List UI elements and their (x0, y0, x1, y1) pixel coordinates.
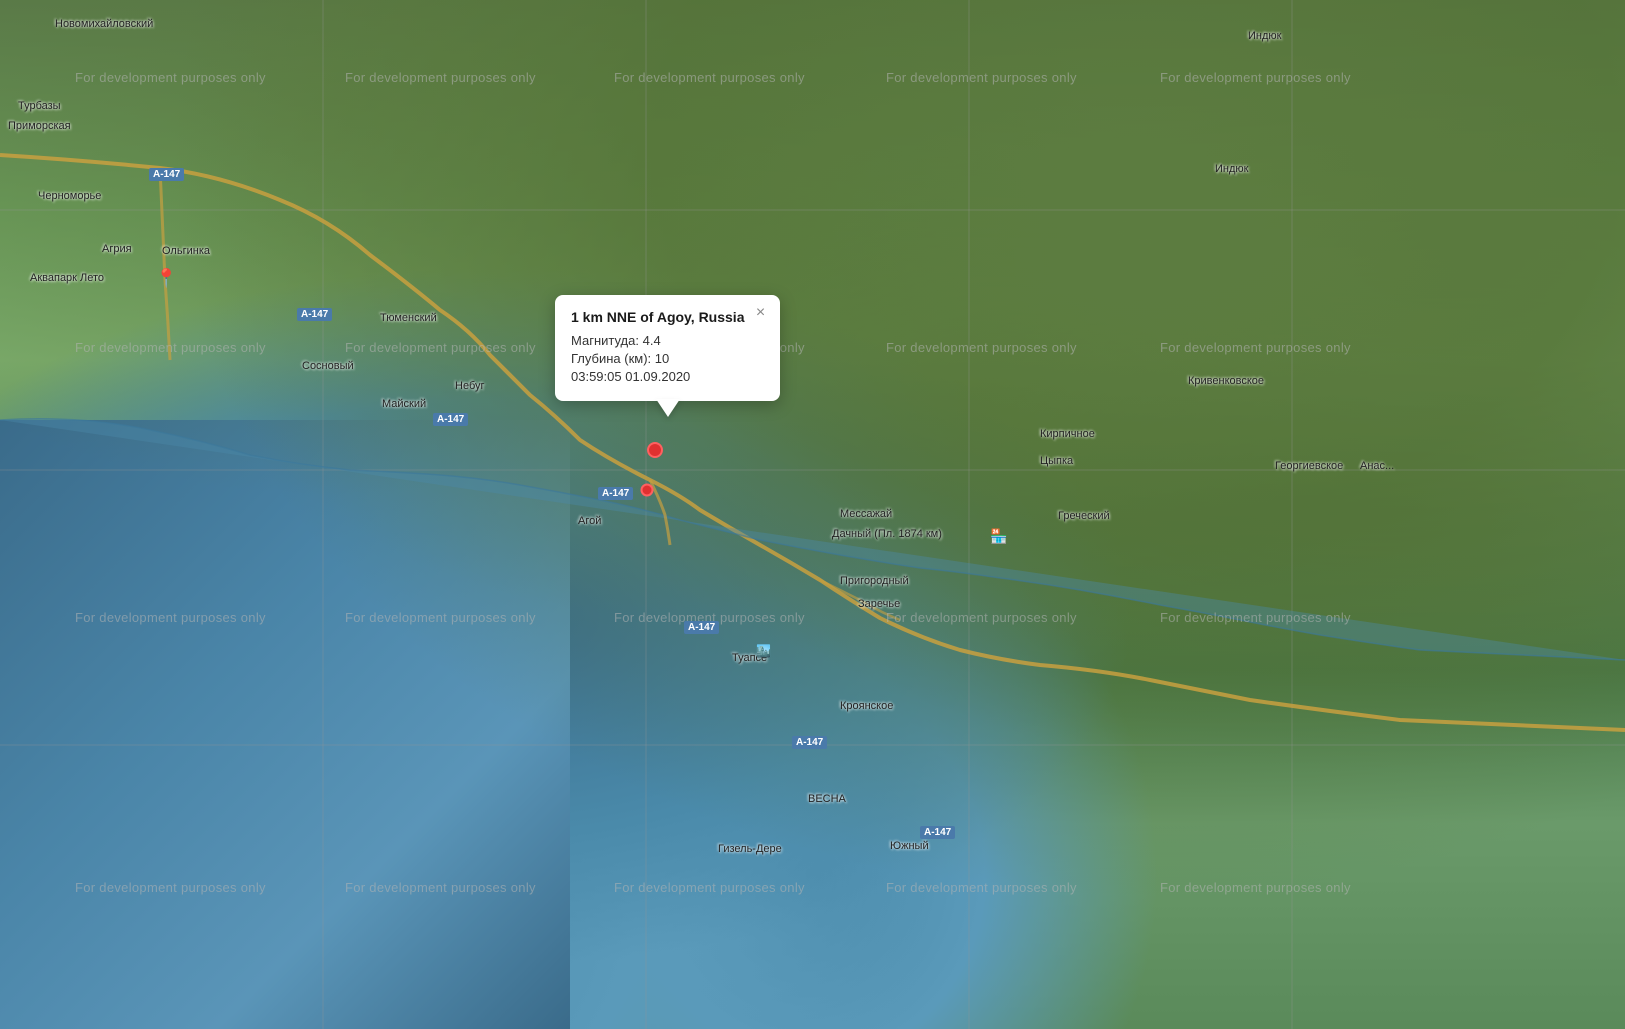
city-label-c23: Заречье (858, 598, 900, 610)
city-label-c12: Небуг (455, 380, 485, 392)
poi-marker: 📍 (155, 268, 177, 289)
city-label-c7: Ольгинка (162, 245, 210, 257)
magnitude-label: Магнитуда: (571, 333, 639, 348)
city-label-c6: Агрия (102, 243, 132, 255)
depth-value-text: 10 (655, 351, 669, 366)
popup-depth: Глубина (км): 10 (571, 351, 764, 366)
city-label-c13: Майский (382, 398, 426, 410)
earthquake-popup: × 1 km NNE of Agoy, Russia Магнитуда: 4.… (555, 295, 780, 401)
city-label-c27: Южный (890, 840, 929, 852)
earthquake-marker-2[interactable] (641, 484, 654, 497)
city-label-c20: Мессажай (840, 508, 892, 520)
city-label-c15: Кирпичное (1040, 428, 1095, 440)
road-label-r6: А-147 (920, 826, 955, 839)
popup-title: 1 km NNE of Agoy, Russia (571, 309, 764, 325)
popup-close-button[interactable]: × (750, 303, 770, 323)
city-label-c22: Пригородный (840, 575, 909, 587)
city-label-c9: Тюменский (380, 312, 437, 324)
city-label-c17: Георгиевское (1275, 460, 1343, 472)
city-label-c28: Индюк (1215, 163, 1248, 175)
shop-icon: 🏪 (990, 528, 1007, 545)
city-label-c11: Сосновый (302, 360, 354, 372)
city-label-c18: Цыпка (1040, 455, 1073, 467)
city-label-c19: Греческий (1058, 510, 1110, 522)
map-terrain (0, 0, 1625, 1029)
tuapse-icon: 🏙️ (756, 644, 771, 658)
city-label-c1: Новомихайловский (55, 18, 153, 30)
city-label-c29: Анас... (1360, 460, 1394, 472)
city-label-c26: Гизель-Дере (718, 843, 782, 855)
depth-label: Глубина (км): (571, 351, 651, 366)
city-label-c4: Приморская (8, 120, 71, 132)
city-label-c14: Агой (578, 515, 601, 527)
city-label-c2: Индюк (1248, 30, 1281, 42)
city-label-c16: Кривенковское (1188, 375, 1264, 387)
popup-magnitude: Магнитуда: 4.4 (571, 333, 764, 348)
city-label-c21: Дачный (Пл. 1874 км) (832, 528, 942, 540)
popup-time: 03:59:05 01.09.2020 (571, 369, 764, 384)
map-container: For development purposes onlyFor develop… (0, 0, 1625, 1029)
magnitude-value-text: 4.4 (643, 333, 661, 348)
earthquake-marker-1[interactable] (647, 442, 663, 458)
road-label-r5: А-147 (684, 621, 719, 634)
road-label-r3: А-147 (433, 413, 468, 426)
city-label-c25: Кроянское (840, 700, 893, 712)
city-label-c30: ВЕСНА (808, 793, 846, 805)
road-label-r1: А-147 (149, 168, 184, 181)
road-label-r2: А-147 (297, 308, 332, 321)
city-label-c3: Турбазы (18, 100, 61, 112)
city-label-c8: Аквапарк Лето (30, 272, 104, 284)
city-label-c5: Черноморье (38, 190, 101, 202)
road-label-r4: А-147 (598, 487, 633, 500)
road-label-r7: А-147 (792, 736, 827, 749)
